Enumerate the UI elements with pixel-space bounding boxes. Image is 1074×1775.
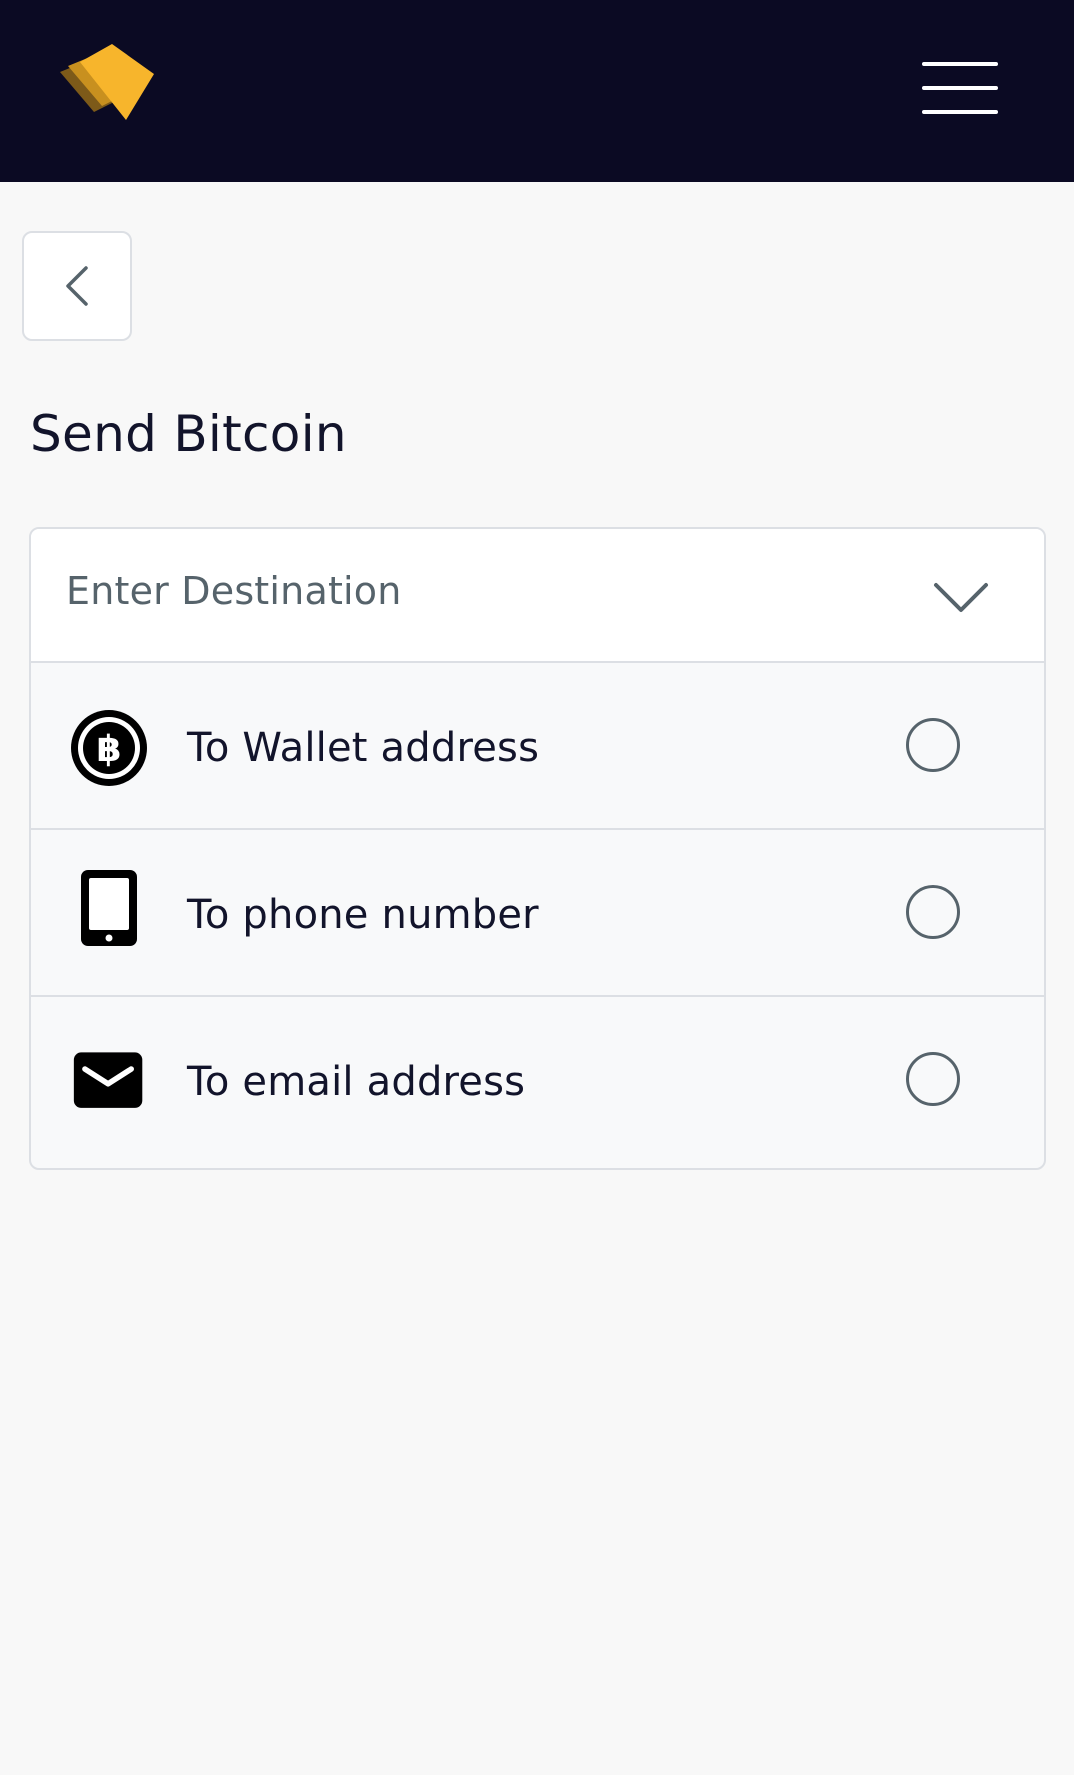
option-wallet-address[interactable]: ฿ To Wallet address <box>31 663 1044 830</box>
destination-placeholder: Enter Destination <box>66 569 402 613</box>
option-label: To email address <box>187 1059 526 1105</box>
page-title: Send Bitcoin <box>30 405 347 463</box>
back-button[interactable] <box>22 231 132 341</box>
option-label: To Wallet address <box>187 725 540 771</box>
option-label: To phone number <box>187 892 539 938</box>
destination-dropdown[interactable]: Enter Destination <box>31 529 1044 663</box>
hamburger-menu-icon[interactable] <box>920 60 1000 116</box>
option-phone-number[interactable]: To phone number <box>31 830 1044 997</box>
option-email-address[interactable]: To email address <box>31 997 1044 1164</box>
phone-icon <box>81 870 137 946</box>
envelope-icon <box>73 1052 143 1108</box>
destination-select: Enter Destination ฿ To Wallet address To… <box>29 527 1046 1170</box>
app-logo[interactable] <box>50 40 162 126</box>
radio-button[interactable] <box>906 1052 960 1106</box>
radio-button[interactable] <box>906 885 960 939</box>
svg-text:฿: ฿ <box>96 729 121 770</box>
top-bar <box>0 0 1074 182</box>
chevron-left-icon <box>66 266 88 306</box>
chevron-down-icon <box>934 583 988 612</box>
bitcoin-coin-icon: ฿ <box>71 710 147 786</box>
radio-button[interactable] <box>906 718 960 772</box>
